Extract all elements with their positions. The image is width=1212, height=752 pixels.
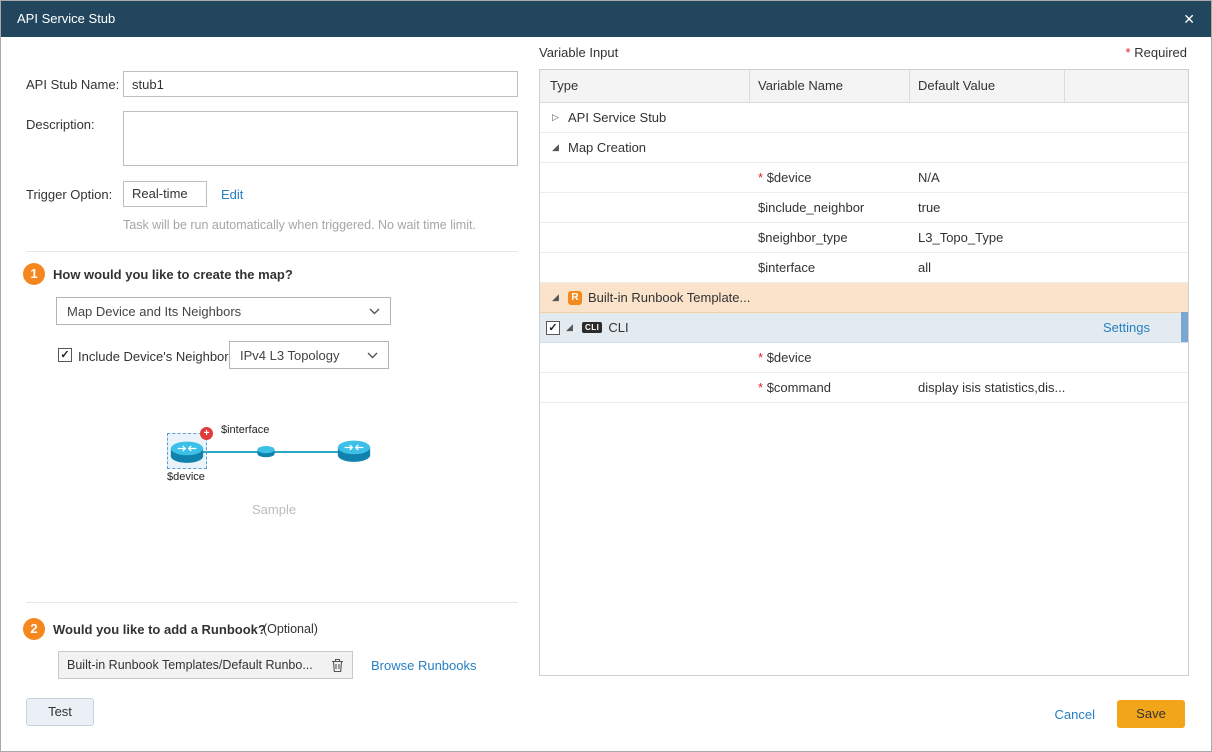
- group-label: API Service Stub: [568, 110, 666, 125]
- table-row-cli-device[interactable]: * $device: [540, 343, 1188, 373]
- include-neighbors-label: Include Device's Neighbors: [78, 349, 235, 364]
- api-stub-name-input[interactable]: [123, 71, 518, 97]
- default-value: display isis statistics,dis...: [910, 380, 1065, 395]
- dialog-titlebar: API Service Stub ✕: [1, 1, 1211, 37]
- variable-name: $interface: [758, 260, 815, 275]
- neighbor-small-node: [257, 444, 275, 461]
- variable-table: Type Variable Name Default Value ▷ API S…: [539, 69, 1189, 676]
- save-button[interactable]: Save: [1117, 700, 1185, 728]
- variable-name: $device: [767, 350, 812, 365]
- interface-label: $interface: [221, 424, 269, 436]
- table-row-cli[interactable]: ✓ ◢ CLI CLI Settings: [540, 313, 1188, 343]
- topology-type-value: IPv4 L3 Topology: [240, 348, 340, 363]
- variable-name: $include_neighbor: [758, 200, 864, 215]
- variable-name: $neighbor_type: [758, 230, 848, 245]
- table-header: Type Variable Name Default Value: [540, 70, 1188, 103]
- check-icon: ✓: [548, 322, 557, 334]
- table-row-device[interactable]: * $device N/A: [540, 163, 1188, 193]
- dialog-footer: Cancel Save: [1055, 700, 1185, 728]
- map-type-select[interactable]: Map Device and Its Neighbors: [56, 297, 391, 325]
- topology-type-select[interactable]: IPv4 L3 Topology: [229, 341, 389, 369]
- router-icon: [170, 438, 204, 464]
- chevron-down-icon: [369, 308, 380, 315]
- runbook-value: Built-in Runbook Templates/Default Runbo…: [67, 658, 325, 672]
- group-label: Built-in Runbook Template...: [588, 290, 750, 305]
- expand-icon[interactable]: ◢: [552, 292, 562, 303]
- step1-question: How would you like to create the map?: [53, 267, 293, 282]
- required-legend: * Required: [1126, 45, 1187, 60]
- chevron-down-icon: [367, 352, 378, 359]
- col-variable-name: Variable Name: [750, 70, 910, 102]
- add-neighbor-icon: +: [200, 427, 213, 440]
- divider: [26, 251, 518, 252]
- expand-icon[interactable]: ◢: [566, 322, 576, 333]
- col-empty: [1065, 70, 1188, 102]
- table-row-api-service-stub[interactable]: ▷ API Service Stub: [540, 103, 1188, 133]
- default-value: L3_Topo_Type: [910, 230, 1065, 245]
- cli-icon: CLI: [582, 322, 602, 333]
- include-neighbors-checkbox[interactable]: ✓: [58, 348, 72, 362]
- required-label: Required: [1134, 45, 1187, 60]
- step2-number: 2: [23, 618, 45, 640]
- table-row-runbook-template[interactable]: ◢ R Built-in Runbook Template...: [540, 283, 1188, 313]
- divider: [26, 602, 518, 603]
- trigger-option-value: Real-time: [123, 181, 207, 207]
- default-value: all: [910, 260, 1065, 275]
- default-value: N/A: [910, 170, 1065, 185]
- table-row-include-neighbor[interactable]: $include_neighbor true: [540, 193, 1188, 223]
- variable-input-title: Variable Input: [539, 45, 618, 60]
- trash-icon[interactable]: [331, 658, 344, 673]
- runbook-icon: R: [568, 291, 582, 305]
- sample-caption: Sample: [252, 502, 296, 517]
- required-star: *: [758, 380, 763, 395]
- check-icon: ✓: [60, 349, 69, 361]
- api-service-stub-dialog: API Service Stub ✕ API Stub Name: Descri…: [0, 0, 1212, 752]
- step2-optional-label: (Optional): [263, 622, 318, 636]
- group-label: CLI: [608, 320, 628, 335]
- scrollbar-thumb[interactable]: [1181, 312, 1188, 342]
- router-icon: [337, 437, 371, 463]
- api-stub-name-label: API Stub Name:: [26, 77, 119, 92]
- settings-link[interactable]: Settings: [1103, 320, 1150, 335]
- dialog-title: API Service Stub: [17, 1, 115, 37]
- group-label: Map Creation: [568, 140, 646, 155]
- device-label: $device: [167, 471, 205, 483]
- runbook-field[interactable]: Built-in Runbook Templates/Default Runbo…: [58, 651, 353, 679]
- topology-link-line: [203, 451, 349, 453]
- map-type-value: Map Device and Its Neighbors: [67, 304, 241, 319]
- description-label: Description:: [26, 117, 95, 132]
- default-value: true: [910, 200, 1065, 215]
- step2-question: Would you like to add a Runbook?: [53, 622, 266, 637]
- description-textarea[interactable]: [123, 111, 518, 166]
- trigger-edit-link[interactable]: Edit: [221, 187, 243, 202]
- table-row-command[interactable]: * $command display isis statistics,dis..…: [540, 373, 1188, 403]
- collapse-icon[interactable]: ▷: [552, 112, 562, 123]
- router-icon: [257, 444, 275, 458]
- browse-runbooks-link[interactable]: Browse Runbooks: [371, 658, 477, 673]
- required-star: *: [1126, 45, 1131, 60]
- device-node-selection: [167, 433, 207, 469]
- table-row-neighbor-type[interactable]: $neighbor_type L3_Topo_Type: [540, 223, 1188, 253]
- step1-number: 1: [23, 263, 45, 285]
- close-icon[interactable]: ✕: [1183, 1, 1195, 37]
- trigger-option-label: Trigger Option:: [26, 187, 112, 202]
- required-star: *: [758, 350, 763, 365]
- table-row-interface[interactable]: $interface all: [540, 253, 1188, 283]
- neighbor-node: [337, 437, 371, 466]
- cancel-button[interactable]: Cancel: [1055, 707, 1095, 722]
- test-button[interactable]: Test: [26, 698, 94, 726]
- required-star: *: [758, 170, 763, 185]
- variable-name: $device: [767, 170, 812, 185]
- col-type: Type: [540, 70, 750, 102]
- variable-name: $command: [767, 380, 831, 395]
- col-default-value: Default Value: [910, 70, 1065, 102]
- cli-checkbox[interactable]: ✓: [546, 321, 560, 335]
- table-row-map-creation[interactable]: ◢ Map Creation: [540, 133, 1188, 163]
- expand-icon[interactable]: ◢: [552, 142, 562, 153]
- trigger-help-text: Task will be run automatically when trig…: [123, 218, 523, 232]
